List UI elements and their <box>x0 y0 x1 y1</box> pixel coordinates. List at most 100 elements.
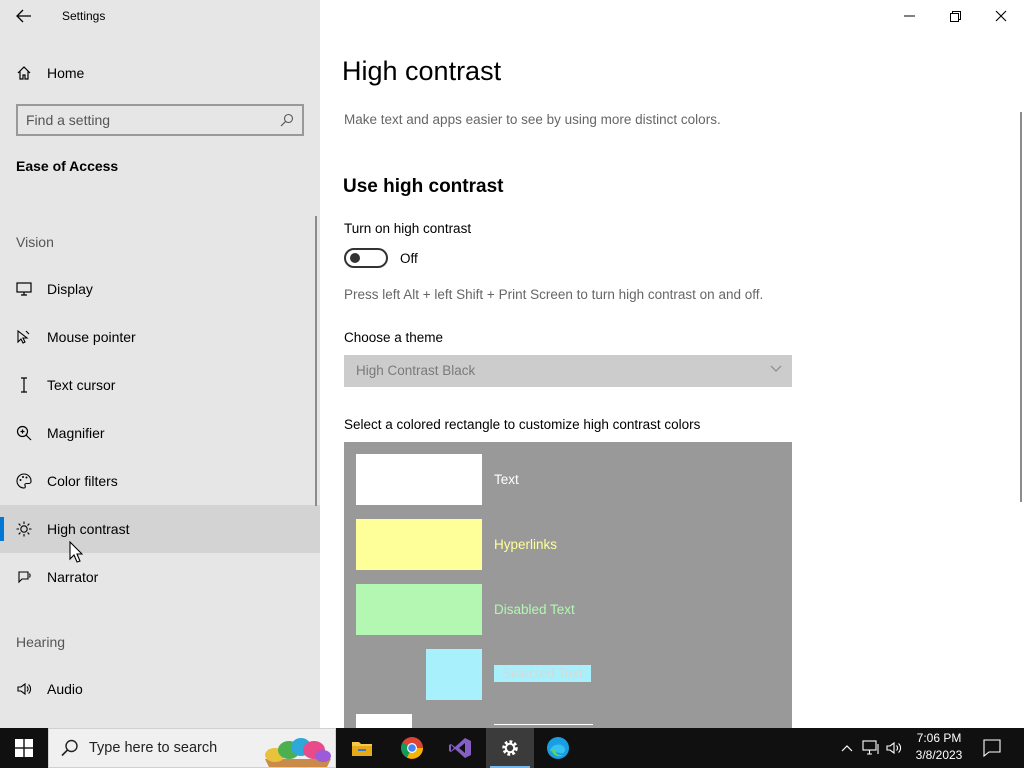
palette-icon <box>14 471 34 491</box>
theme-dropdown[interactable]: High Contrast Black <box>344 355 792 387</box>
mouse-cursor-icon <box>69 541 83 563</box>
sidebar-item-narrator[interactable]: Narrator <box>0 553 320 601</box>
taskbar-clock[interactable]: 7:06 PM 3/8/2023 <box>904 730 974 764</box>
sidebar-item-audio[interactable]: Audio <box>0 665 320 713</box>
page-description: Make text and apps easier to see by usin… <box>344 112 721 127</box>
palette-label: Select a colored rectangle to customize … <box>344 417 701 432</box>
clock-date: 3/8/2023 <box>915 748 963 762</box>
back-button[interactable] <box>8 4 40 28</box>
edge-icon <box>547 737 569 759</box>
speaker-icon <box>14 679 34 699</box>
minimize-button[interactable] <box>886 0 932 32</box>
section-title: Ease of Access <box>16 158 119 174</box>
theme-label: Choose a theme <box>344 330 444 345</box>
color-palette: Text Hyperlinks Disabled Text Selected T… <box>344 442 792 728</box>
selected-text-color-swatch[interactable] <box>426 649 482 700</box>
group-label-hearing: Hearing <box>16 634 66 650</box>
text-cursor-icon <box>14 375 34 395</box>
selected-text-color-label: Selected Text <box>494 665 591 682</box>
restore-button[interactable] <box>932 0 978 32</box>
start-button[interactable] <box>0 728 48 768</box>
sidebar-item-home[interactable]: Home <box>0 49 320 97</box>
clock-time: 7:06 PM <box>916 731 962 745</box>
narrator-icon <box>14 567 34 587</box>
taskbar-file-explorer[interactable] <box>338 728 386 768</box>
sidebar-item-label: Mouse pointer <box>47 329 136 345</box>
close-icon <box>995 10 1007 22</box>
monitor-icon <box>14 279 34 299</box>
magnifier-icon <box>14 423 34 443</box>
high-contrast-toggle[interactable] <box>344 248 388 268</box>
tray-network[interactable] <box>861 728 881 768</box>
sidebar-item-label: Audio <box>47 681 83 697</box>
theme-dropdown-value: High Contrast Black <box>356 363 476 378</box>
search-highlight-holi-icon <box>265 738 331 767</box>
group-label-vision: Vision <box>16 234 54 250</box>
sidebar-item-color-filters[interactable]: Color filters <box>0 457 320 505</box>
search-field[interactable] <box>16 104 304 136</box>
hyperlinks-color-label: Hyperlinks <box>494 537 558 552</box>
speaker-icon <box>886 741 901 755</box>
home-icon <box>14 63 34 83</box>
shortcut-hint: Press left Alt + left Shift + Print Scre… <box>344 287 764 302</box>
network-icon <box>862 740 879 755</box>
sidebar-item-label: Text cursor <box>47 377 116 393</box>
tray-overflow-button[interactable] <box>838 728 856 768</box>
toggle-label: Turn on high contrast <box>344 221 472 236</box>
action-center-button[interactable] <box>978 728 1006 768</box>
chevron-down-icon <box>770 365 782 372</box>
sidebar-item-label: Display <box>47 281 93 297</box>
sidebar: Settings Home Ease of Access Vision Disp… <box>0 0 320 728</box>
page-title: High contrast <box>342 56 502 86</box>
sidebar-scrollbar[interactable] <box>315 216 317 506</box>
text-color-swatch[interactable] <box>356 454 482 505</box>
sidebar-item-label: Home <box>47 65 85 81</box>
title-bar-left: Settings <box>0 0 320 32</box>
button-text-color-swatch[interactable] <box>356 714 412 728</box>
text-color-label: Text <box>494 472 519 487</box>
toggle-state-text: Off <box>400 251 418 266</box>
search-icon <box>61 739 78 757</box>
search-icon[interactable] <box>280 113 294 127</box>
restore-icon <box>949 10 961 22</box>
notification-icon <box>983 739 1001 757</box>
chrome-icon <box>401 737 423 759</box>
sidebar-item-label: Color filters <box>47 473 118 489</box>
disabled-text-color-swatch[interactable] <box>356 584 482 635</box>
taskbar-search-placeholder: Type here to search <box>89 740 218 756</box>
sidebar-item-label: Narrator <box>47 569 99 585</box>
windows-logo-icon <box>15 739 33 757</box>
sidebar-item-magnifier[interactable]: Magnifier <box>0 409 320 457</box>
visual-studio-icon <box>449 738 471 758</box>
disabled-text-color-label: Disabled Text <box>494 602 575 617</box>
file-explorer-icon <box>352 742 372 756</box>
sidebar-item-display[interactable]: Display <box>0 265 320 313</box>
taskbar-search-box[interactable]: Type here to search <box>48 728 336 768</box>
toggle-knob <box>350 253 360 263</box>
taskbar-chrome[interactable] <box>388 728 436 768</box>
selection-indicator <box>0 517 4 541</box>
sidebar-item-text-cursor[interactable]: Text cursor <box>0 361 320 409</box>
sidebar-item-mouse-pointer[interactable]: Mouse pointer <box>0 313 320 361</box>
app-title: Settings <box>62 9 106 23</box>
section-heading: Use high contrast <box>343 176 504 197</box>
search-input[interactable] <box>26 111 276 129</box>
close-button[interactable] <box>978 0 1024 32</box>
taskbar-settings[interactable] <box>486 728 534 768</box>
taskbar: Type here to search 7:06 PM 3/8/2023 <box>0 728 1024 768</box>
taskbar-edge[interactable] <box>534 728 582 768</box>
hyperlinks-color-swatch[interactable] <box>356 519 482 570</box>
sidebar-item-high-contrast[interactable]: High contrast <box>0 505 320 553</box>
sidebar-item-label: Magnifier <box>47 425 105 441</box>
mouse-pointer-icon <box>14 327 34 347</box>
settings-icon <box>502 740 518 756</box>
sidebar-item-label: High contrast <box>47 521 130 537</box>
sun-icon <box>14 519 34 539</box>
main-content: High contrast Make text and apps easier … <box>320 0 1024 728</box>
chevron-up-icon <box>841 745 853 752</box>
main-scrollbar[interactable] <box>1020 112 1022 502</box>
back-arrow-icon <box>16 9 31 23</box>
tray-volume[interactable] <box>885 728 905 768</box>
taskbar-visual-studio[interactable] <box>436 728 484 768</box>
minimize-icon <box>903 15 915 17</box>
